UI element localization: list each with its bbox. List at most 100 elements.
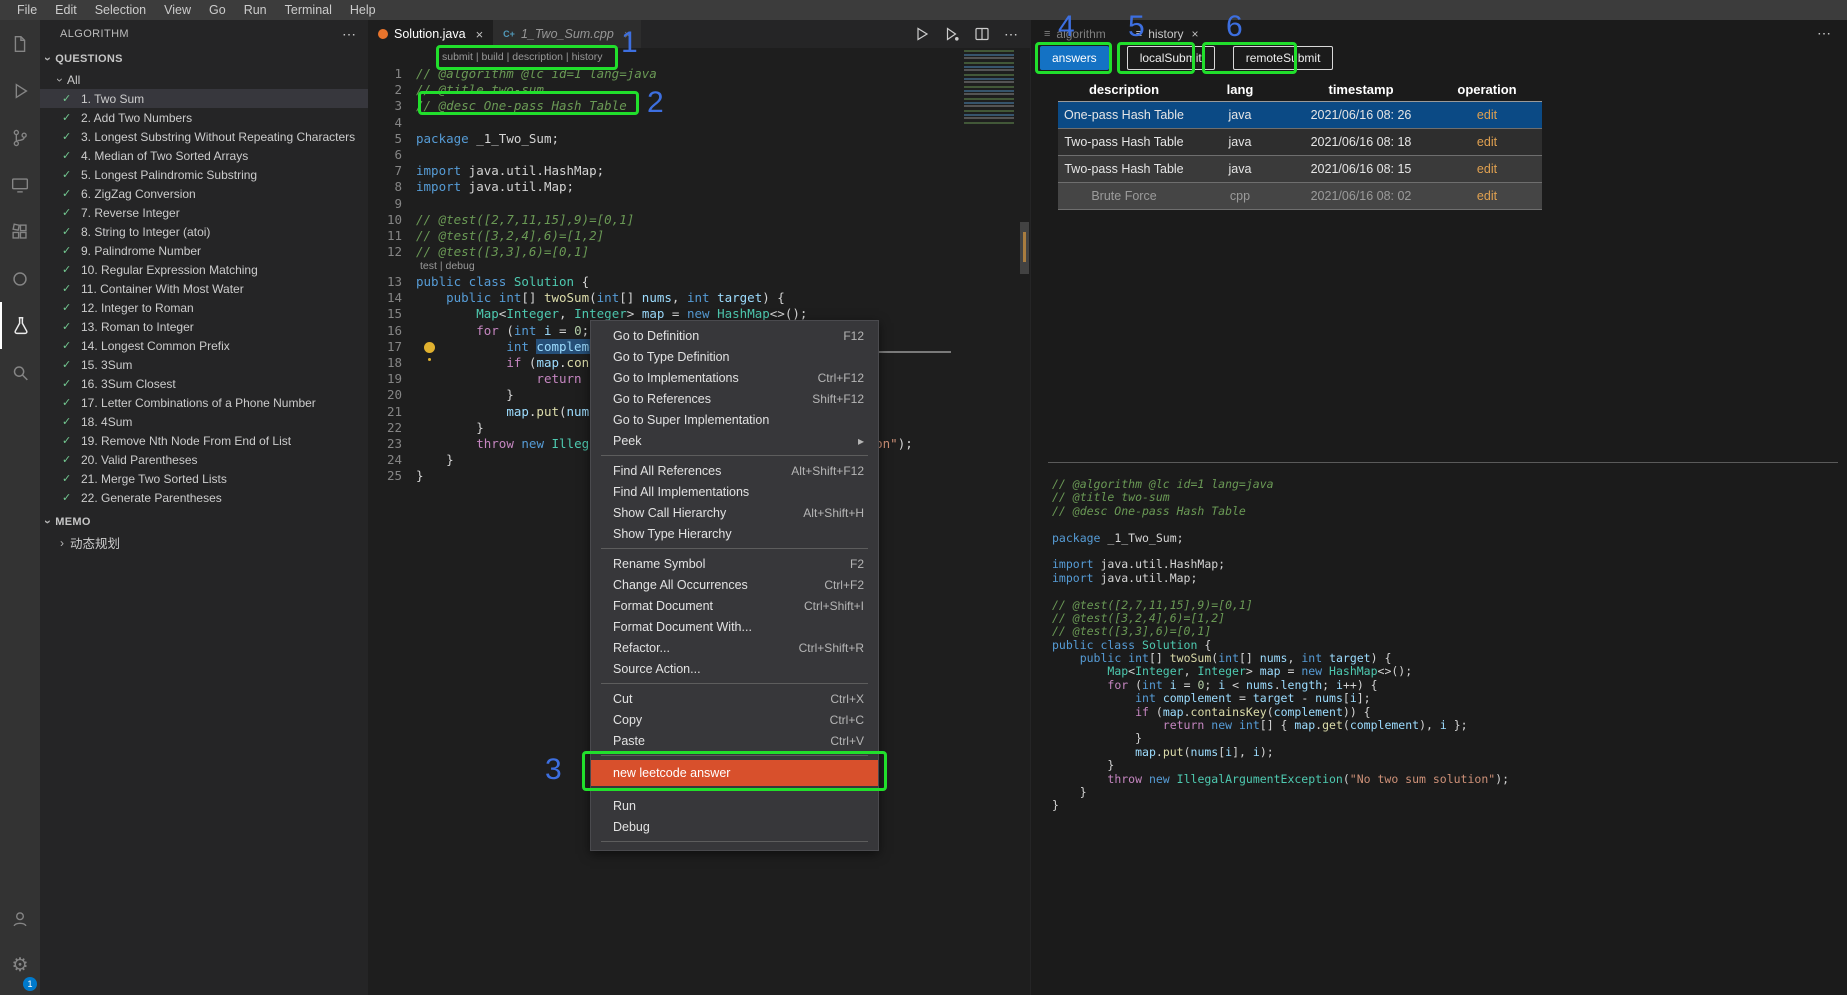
question-label: 2. Add Two Numbers xyxy=(81,110,193,125)
close-icon[interactable]: × xyxy=(1192,27,1199,41)
question-item[interactable]: ✓ 9. Palindrome Number xyxy=(40,241,368,260)
split-editor-icon[interactable] xyxy=(974,26,990,42)
context-menu-item[interactable]: Run xyxy=(591,795,878,816)
question-item[interactable]: ✓ 5. Longest Palindromic Substring xyxy=(40,165,368,184)
question-item[interactable]: ✓ 16. 3Sum Closest xyxy=(40,374,368,393)
context-menu-item[interactable]: Go to Type Definition xyxy=(591,346,878,367)
menu-view[interactable]: View xyxy=(155,0,200,20)
context-menu-item[interactable]: Source Action... xyxy=(591,658,878,679)
more-actions-icon[interactable]: ⋯ xyxy=(1817,25,1831,42)
question-item[interactable]: ✓ 18. 4Sum xyxy=(40,412,368,431)
more-actions-icon[interactable]: ⋯ xyxy=(342,26,356,43)
context-menu-item[interactable]: Cut Ctrl+X xyxy=(591,688,878,709)
history-row[interactable]: Two-pass Hash Table java 2021/06/16 08: 15… xyxy=(1058,156,1542,183)
context-menu-item[interactable]: Find All References Alt+Shift+F12 xyxy=(591,460,878,481)
settings-gear-icon[interactable]: ⚙ 1 xyxy=(0,942,40,991)
question-item[interactable]: ✓ 6. ZigZag Conversion xyxy=(40,184,368,203)
tab-history[interactable]: ≡ history × xyxy=(1136,27,1199,41)
code-line: Map<Integer, Integer> map = new HashMap<… xyxy=(1107,664,1413,679)
context-menu-item[interactable]: Copy Ctrl+C xyxy=(591,709,878,730)
codelens-class-actions[interactable]: test | debug xyxy=(420,260,475,272)
question-item[interactable]: ✓ 1. Two Sum xyxy=(40,89,368,108)
question-item[interactable]: ✓ 8. String to Integer (atoi) xyxy=(40,222,368,241)
minimap[interactable] xyxy=(964,50,1014,124)
context-menu-item[interactable]: Format Document With... xyxy=(591,616,878,637)
menu-run[interactable]: Run xyxy=(235,0,276,20)
leetcode-icon[interactable] xyxy=(0,255,40,302)
file-icon: ≡ xyxy=(1044,28,1051,40)
question-item[interactable]: ✓ 2. Add Two Numbers xyxy=(40,108,368,127)
context-menu-item[interactable]: Go to Implementations Ctrl+F12 xyxy=(591,367,878,388)
question-item[interactable]: ✓ 15. 3Sum xyxy=(40,355,368,374)
context-menu-item[interactable]: Change All Occurrences Ctrl+F2 xyxy=(591,574,878,595)
context-menu-item[interactable]: Paste Ctrl+V xyxy=(591,730,878,751)
question-item[interactable]: ✓ 21. Merge Two Sorted Lists xyxy=(40,469,368,488)
account-icon[interactable] xyxy=(0,895,40,942)
context-menu-item[interactable]: Find All Implementations xyxy=(591,481,878,502)
edit-link[interactable]: edit xyxy=(1432,162,1542,176)
menu-selection[interactable]: Selection xyxy=(86,0,155,20)
code-line: 4 xyxy=(368,115,1030,131)
edit-link[interactable]: edit xyxy=(1432,189,1542,203)
memo-item[interactable]: › 动态规划 xyxy=(40,533,368,552)
question-item[interactable]: ✓ 12. Integer to Roman xyxy=(40,298,368,317)
code-line: // @algorithm @lc id=1 lang=java xyxy=(1052,477,1274,491)
context-menu-item[interactable]: Go to References Shift+F12 xyxy=(591,388,878,409)
question-item[interactable]: ✓ 20. Valid Parentheses xyxy=(40,450,368,469)
question-item[interactable]: ✓ 4. Median of Two Sorted Arrays xyxy=(40,146,368,165)
lightbulb-icon[interactable] xyxy=(424,342,435,353)
line-number: 2 xyxy=(394,82,402,98)
tab-two-sum-cpp[interactable]: C+ 1_Two_Sum.cpp × xyxy=(493,20,642,48)
menu-go[interactable]: Go xyxy=(200,0,235,20)
section-memo[interactable]: › MEMO xyxy=(40,511,368,533)
context-menu-item[interactable]: Format Document Ctrl+Shift+I xyxy=(591,595,878,616)
remote-explorer-icon[interactable] xyxy=(0,161,40,208)
extensions-icon[interactable] xyxy=(0,208,40,255)
run-and-debug-icon[interactable] xyxy=(0,67,40,114)
context-menu-item[interactable]: Refactor... Ctrl+Shift+R xyxy=(591,637,878,658)
search-icon[interactable] xyxy=(0,349,40,396)
edit-link[interactable]: edit xyxy=(1432,108,1542,122)
source-control-icon[interactable] xyxy=(0,114,40,161)
question-item[interactable]: ✓ 10. Regular Expression Matching xyxy=(40,260,368,279)
sidebar-title: ALGORITHM xyxy=(60,28,129,40)
context-menu-item[interactable]: Peek ▸ xyxy=(591,430,878,451)
context-menu-item[interactable]: Go to Definition F12 xyxy=(591,325,878,346)
tab-solution-java[interactable]: Solution.java × xyxy=(368,20,494,48)
context-menu-item[interactable]: Go to Super Implementation xyxy=(591,409,878,430)
history-row[interactable]: Two-pass Hash Table java 2021/06/16 08: 18… xyxy=(1058,129,1542,156)
explorer-icon[interactable] xyxy=(0,20,40,67)
context-menu-item[interactable]: Rename Symbol F2 xyxy=(591,553,878,574)
history-row[interactable]: Brute Force cpp 2021/06/16 08: 02 edit xyxy=(1058,183,1542,210)
context-menu-item[interactable]: Debug xyxy=(591,816,878,837)
section-questions[interactable]: › QUESTIONS xyxy=(40,48,368,70)
run-icon[interactable] xyxy=(914,26,930,42)
tree-group-all[interactable]: › All xyxy=(40,70,368,89)
history-row[interactable]: One-pass Hash Table java 2021/06/16 08: 26… xyxy=(1058,102,1542,129)
context-menu-item[interactable]: Show Call Hierarchy Alt+Shift+H xyxy=(591,502,878,523)
code-line: 12// @test([3,3],6)=[0,1] xyxy=(368,244,1030,260)
menu-terminal[interactable]: Terminal xyxy=(276,0,341,20)
context-menu-item[interactable]: Show Type Hierarchy xyxy=(591,523,878,544)
question-item[interactable]: ✓ 19. Remove Nth Node From End of List xyxy=(40,431,368,450)
question-item[interactable]: ✓ 14. Longest Common Prefix xyxy=(40,336,368,355)
menu-edit[interactable]: Edit xyxy=(46,0,86,20)
algorithm-flask-icon[interactable] xyxy=(0,302,40,349)
check-icon: ✓ xyxy=(62,226,72,238)
tab-algorithm[interactable]: ≡ algorithm xyxy=(1044,27,1106,41)
question-item[interactable]: ✓ 11. Container With Most Water xyxy=(40,279,368,298)
menu-file[interactable]: File xyxy=(8,0,46,20)
question-item[interactable]: ✓ 22. Generate Parentheses xyxy=(40,488,368,507)
question-item[interactable]: ✓ 3. Longest Substring Without Repeating … xyxy=(40,127,368,146)
line-number: 12 xyxy=(386,244,402,260)
question-item[interactable]: ✓ 7. Reverse Integer xyxy=(40,203,368,222)
question-item[interactable]: ✓ 17. Letter Combinations of a Phone Numb… xyxy=(40,393,368,412)
run-or-debug-icon[interactable] xyxy=(944,26,960,42)
close-icon[interactable]: × xyxy=(476,27,484,42)
question-item[interactable]: ✓ 13. Roman to Integer xyxy=(40,317,368,336)
more-actions-icon[interactable]: ⋯ xyxy=(1004,26,1018,43)
menu-help[interactable]: Help xyxy=(341,0,385,20)
line-number: 13 xyxy=(386,274,402,289)
check-icon: ✓ xyxy=(62,264,72,276)
edit-link[interactable]: edit xyxy=(1432,135,1542,149)
